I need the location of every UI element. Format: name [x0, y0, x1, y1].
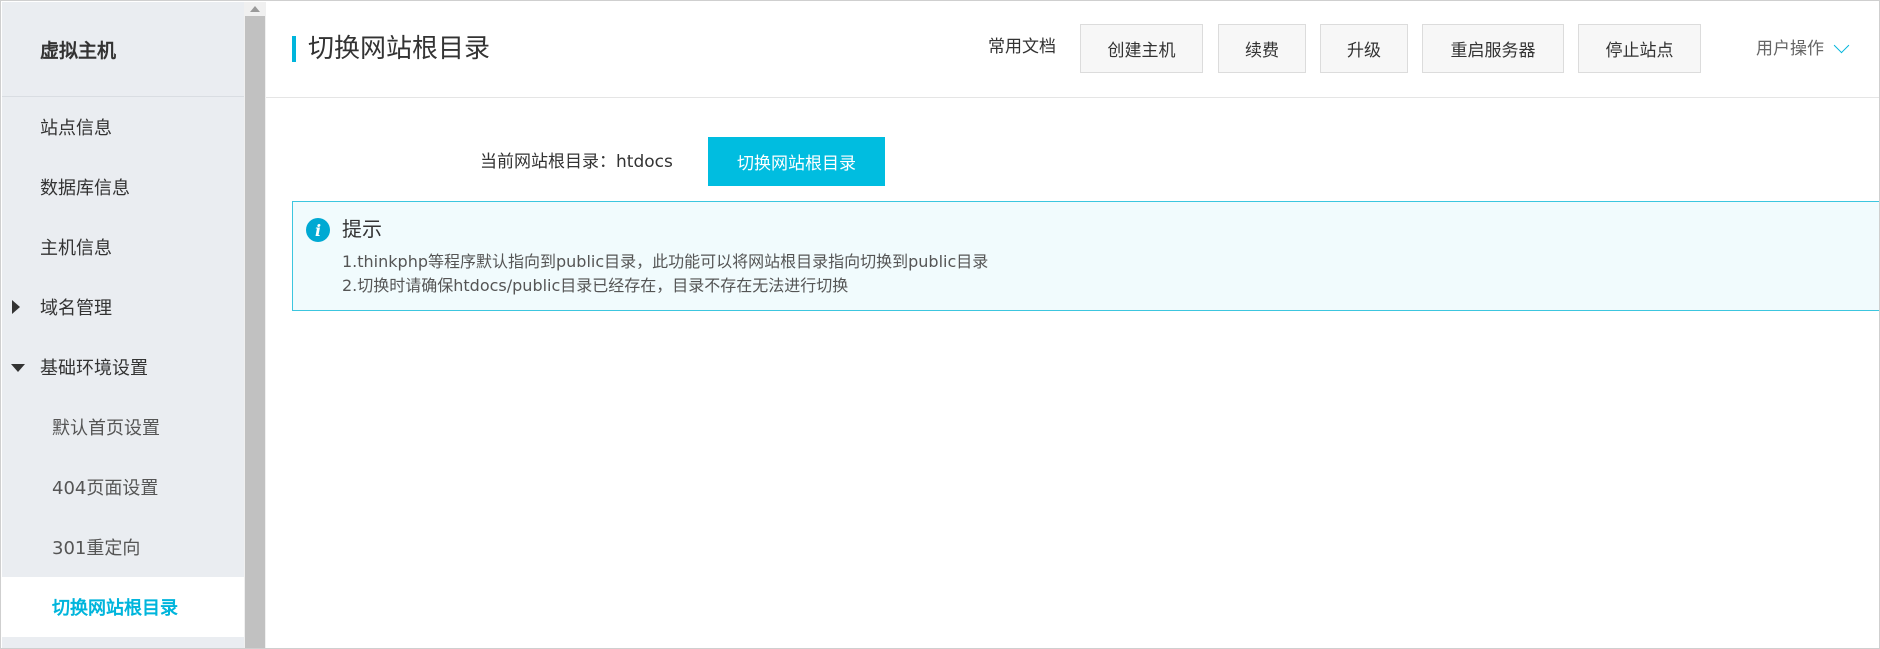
tip-line: 1.thinkphp等程序默认指向到public目录，此功能可以将网站根目录指向…	[342, 252, 989, 271]
create-host-button[interactable]: 创建主机	[1080, 24, 1203, 73]
user-ops-menu[interactable]: 用户操作	[1756, 37, 1850, 61]
sidebar-item-switch-root[interactable]: 切换网站根目录	[2, 577, 244, 637]
sidebar-item-label: 主机信息	[40, 238, 112, 259]
sidebar-item-404-page[interactable]: 404页面设置	[2, 457, 244, 517]
caret-down-icon	[11, 364, 25, 372]
upgrade-button[interactable]: 升级	[1320, 24, 1408, 73]
sidebar-title: 虚拟主机	[2, 2, 244, 97]
sidebar-item-label: 默认首页设置	[52, 418, 160, 439]
tip-title: 提示	[342, 217, 382, 241]
info-icon: i	[306, 218, 330, 242]
scrollbar-thumb[interactable]	[245, 16, 265, 648]
sidebar-item-host-info[interactable]: 主机信息	[2, 217, 244, 277]
sidebar-item-label: 404页面设置	[52, 478, 159, 499]
sidebar-item-site-info[interactable]: 站点信息	[2, 97, 244, 157]
header: 切换网站根目录 常用文档 创建主机 续费 升级 重启服务器 停止站点 用户操作	[266, 2, 1879, 98]
main-content: 切换网站根目录 常用文档 创建主机 续费 升级 重启服务器 停止站点 用户操作 …	[266, 2, 1879, 648]
current-root-display: 当前网站根目录：htdocs	[480, 150, 673, 174]
title-accent-bar	[292, 36, 296, 62]
sidebar-item-domain-management[interactable]: 域名管理	[2, 277, 244, 337]
sidebar-item-label: 301重定向	[52, 538, 141, 559]
sidebar: 虚拟主机 站点信息 数据库信息 主机信息 域名管理 基础环境设置 默认首页设置 …	[2, 2, 244, 648]
restart-server-button[interactable]: 重启服务器	[1422, 24, 1564, 73]
sidebar-item-label: 切换网站根目录	[52, 598, 178, 619]
current-root-value: htdocs	[616, 152, 673, 172]
current-root-label: 当前网站根目录：	[480, 152, 616, 172]
app-window: 虚拟主机 站点信息 数据库信息 主机信息 域名管理 基础环境设置 默认首页设置 …	[0, 0, 1880, 649]
chevron-down-icon	[1833, 37, 1850, 54]
scroll-up-icon[interactable]	[244, 2, 266, 16]
switch-root-button[interactable]: 切换网站根目录	[708, 137, 885, 186]
page-title: 切换网站根目录	[308, 34, 491, 64]
sidebar-item-database-info[interactable]: 数据库信息	[2, 157, 244, 217]
sidebar-item-default-homepage[interactable]: 默认首页设置	[2, 397, 244, 457]
sidebar-item-301-redirect[interactable]: 301重定向	[2, 517, 244, 577]
docs-link[interactable]: 常用文档	[988, 35, 1056, 59]
caret-right-icon	[12, 300, 20, 314]
tip-box: i 提示 1.thinkphp等程序默认指向到public目录，此功能可以将网站…	[292, 201, 1879, 311]
sidebar-item-label: 站点信息	[40, 118, 112, 139]
stop-site-button[interactable]: 停止站点	[1578, 24, 1701, 73]
renew-button[interactable]: 续费	[1218, 24, 1306, 73]
user-ops-label: 用户操作	[1756, 39, 1824, 59]
sidebar-item-label: 基础环境设置	[40, 358, 148, 379]
sidebar-item-label: 域名管理	[40, 298, 112, 319]
sidebar-scrollbar[interactable]	[244, 2, 266, 648]
sidebar-item-basic-environment[interactable]: 基础环境设置	[2, 337, 244, 397]
sidebar-item-label: 数据库信息	[40, 178, 130, 199]
tip-line: 2.切换时请确保htdocs/public目录已经存在，目录不存在无法进行切换	[342, 276, 849, 295]
